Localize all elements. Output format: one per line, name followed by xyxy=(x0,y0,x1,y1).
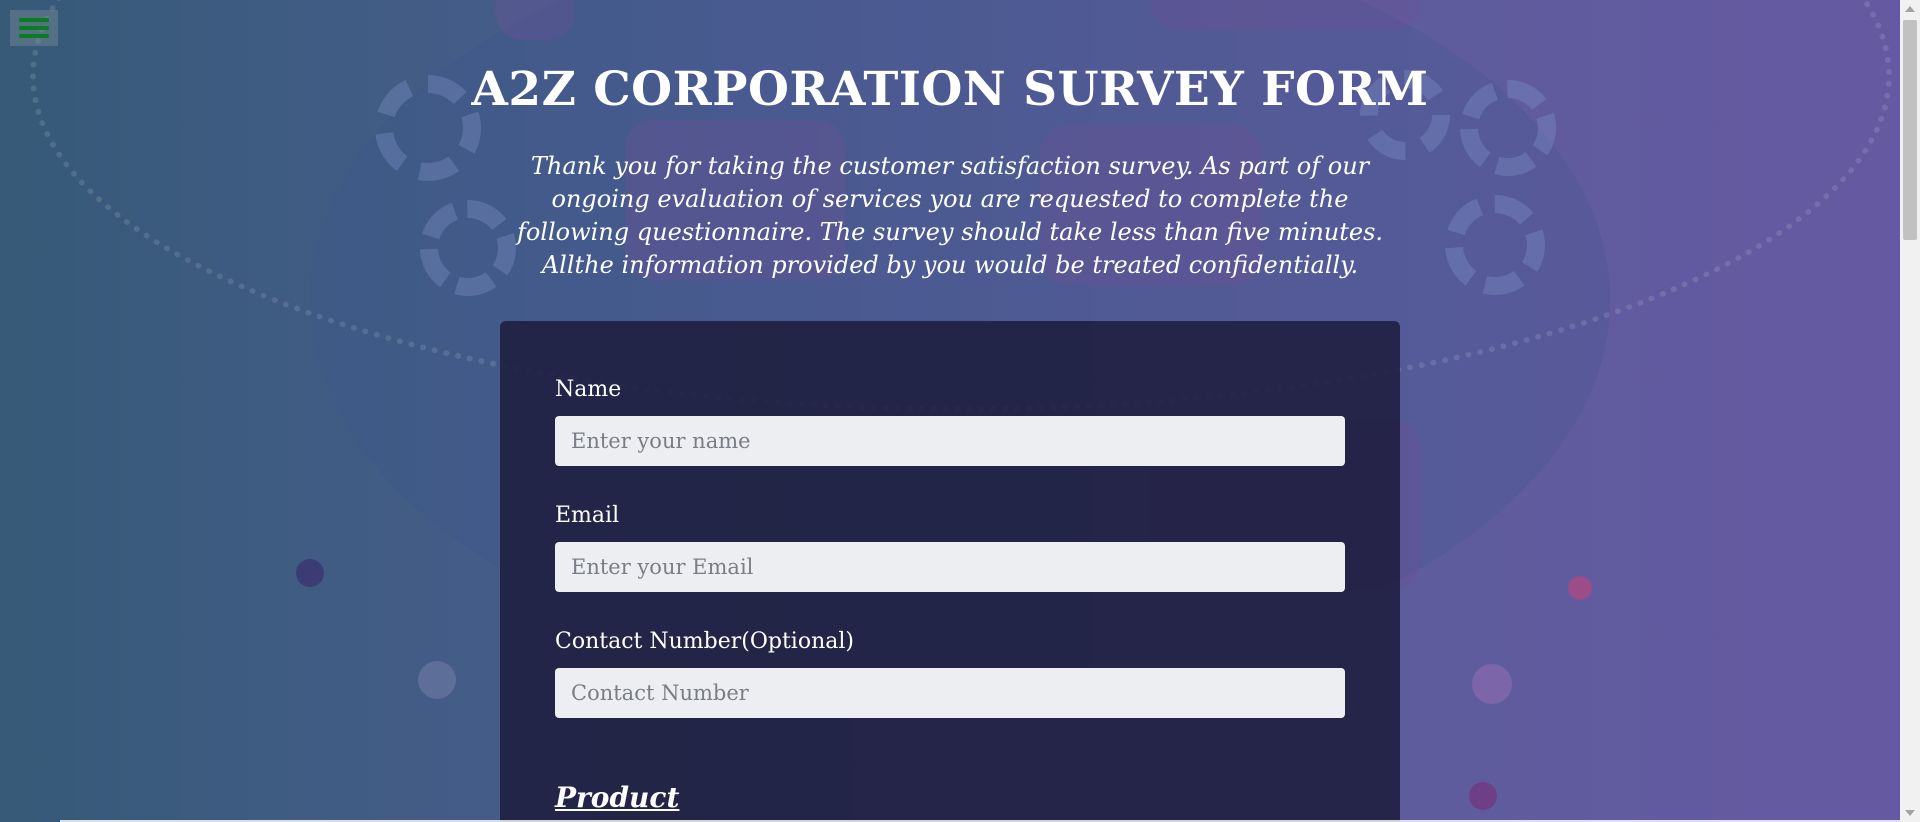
dot-decoration xyxy=(418,661,456,699)
scroll-up-arrow-icon[interactable] xyxy=(1905,6,1915,12)
email-label: Email xyxy=(555,503,620,528)
name-label: Name xyxy=(555,377,622,402)
page-title: A2Z CORPORATION SURVEY FORM xyxy=(471,62,1429,117)
vertical-scrollbar[interactable] xyxy=(1900,0,1920,822)
name-input[interactable] xyxy=(555,416,1345,466)
product-section-heading: Product xyxy=(555,781,680,814)
survey-form: Name Email Contact Number(Optional) Prod… xyxy=(500,321,1400,822)
page-viewport: A2Z CORPORATION SURVEY FORM Thank you fo… xyxy=(0,0,1920,822)
email-input[interactable] xyxy=(555,542,1345,592)
dot-decoration xyxy=(1472,664,1512,704)
dot-decoration xyxy=(1469,782,1497,810)
menu-bar xyxy=(19,18,49,22)
scroll-down-arrow-icon[interactable] xyxy=(1905,810,1915,816)
survey-description: Thank you for taking the customer satisf… xyxy=(516,152,1384,279)
chat-bubble-decoration-icon xyxy=(1150,0,1420,30)
menu-bar xyxy=(19,26,49,30)
hamburger-menu-icon[interactable] xyxy=(10,10,58,46)
gear-decoration-icon xyxy=(420,200,516,296)
dot-decoration xyxy=(296,559,324,587)
chat-bubble-decoration-icon xyxy=(495,0,575,40)
menu-bar xyxy=(19,34,49,38)
scrollbar-thumb[interactable] xyxy=(1903,20,1917,240)
gear-decoration-icon xyxy=(1445,195,1545,295)
contact-number-input[interactable] xyxy=(555,668,1345,718)
contact-number-label: Contact Number(Optional) xyxy=(555,629,854,654)
dot-decoration xyxy=(1568,576,1592,600)
